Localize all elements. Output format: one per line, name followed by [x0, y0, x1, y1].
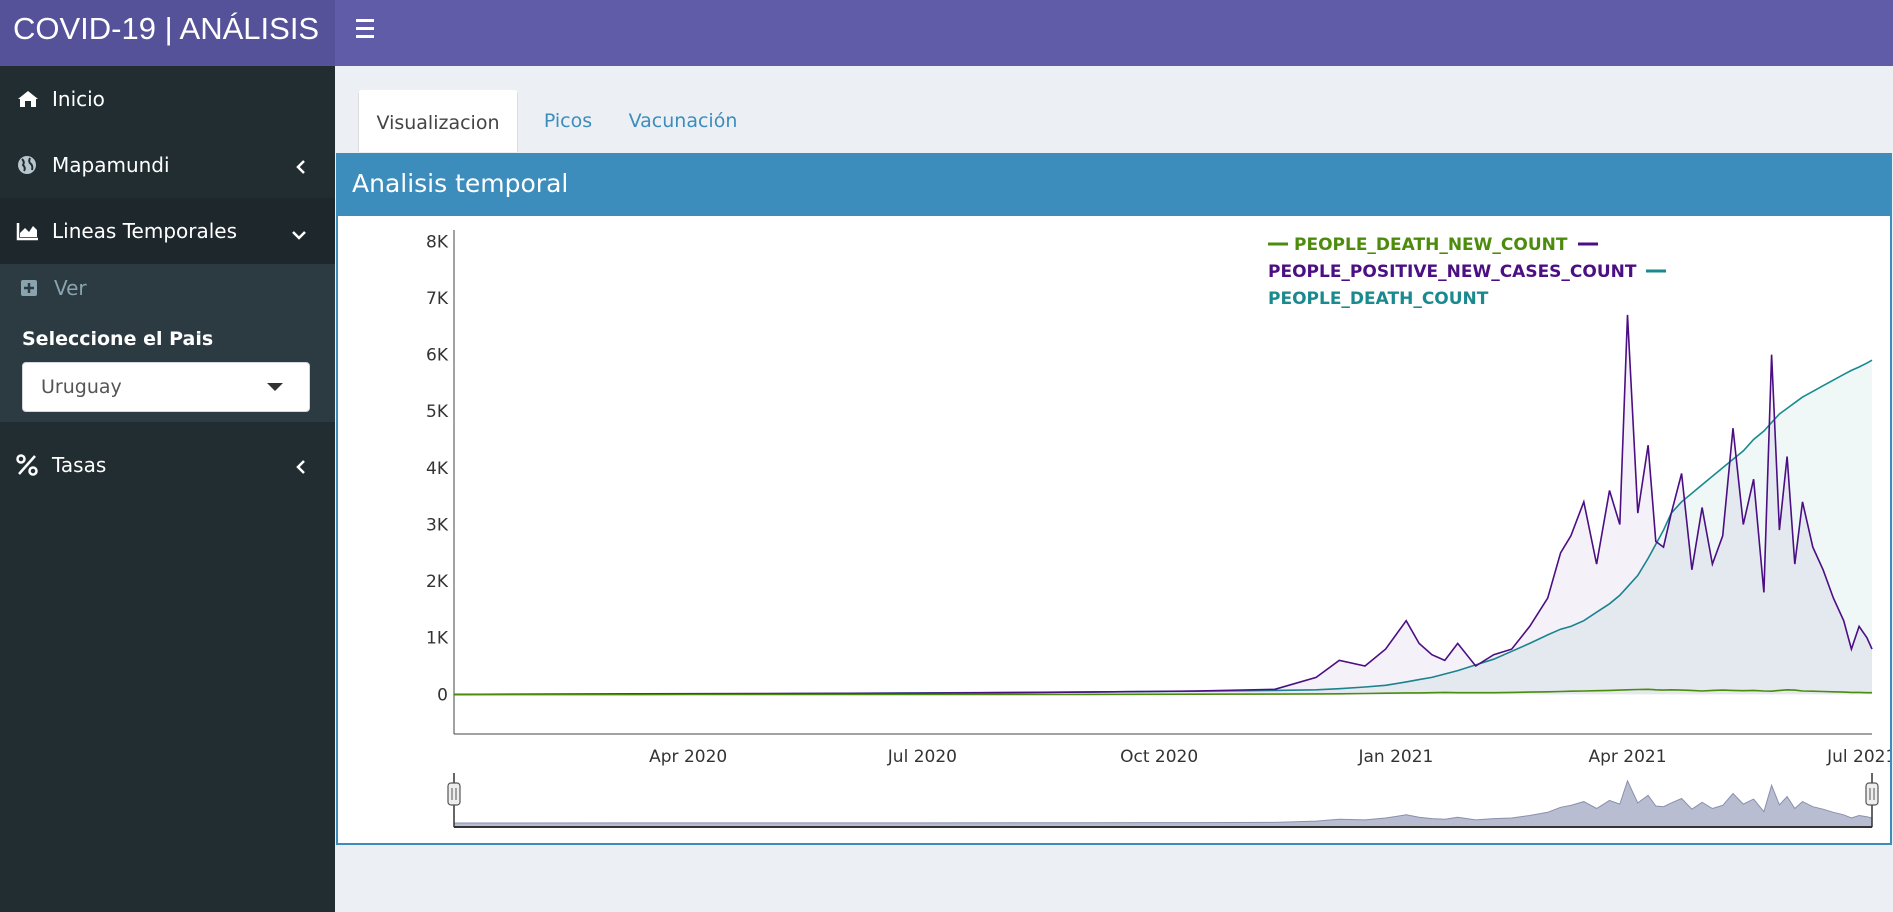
- caret-down-icon: [267, 383, 283, 391]
- top-header: COVID-19 | ANÁLISIS: [0, 0, 1893, 66]
- percent-icon: [16, 454, 52, 476]
- x-tick-label: Jul 2020: [887, 747, 957, 767]
- country-select[interactable]: Uruguay: [22, 362, 310, 412]
- y-tick-label: 2K: [426, 572, 449, 592]
- sidebar-item-lineas-temporales[interactable]: Lineas Temporales: [0, 198, 335, 264]
- home-icon: [16, 89, 52, 109]
- y-tick-label: 8K: [426, 232, 449, 252]
- x-tick-label: Jul 2021: [1826, 747, 1890, 767]
- y-tick-label: 7K: [426, 289, 449, 309]
- sidebar-submenu: Ver Seleccione el Pais Uruguay: [0, 264, 335, 422]
- globe-icon: [16, 154, 52, 176]
- x-tick-label: Apr 2021: [1588, 747, 1666, 767]
- country-select-label: Seleccione el Pais: [22, 328, 214, 350]
- y-tick-label: 3K: [426, 515, 449, 535]
- x-tick-label: Jan 2021: [1357, 747, 1433, 767]
- chevron-left-icon: [295, 456, 307, 480]
- panel-title: Analisis temporal: [338, 155, 1890, 216]
- chevron-left-icon: [295, 156, 307, 180]
- plus-square-icon: [20, 279, 54, 297]
- time-series-chart[interactable]: 0 1K 2K 3K 4K 5K 6K 7K 8K Apr 2020 Jul 2020 Oct 202…: [338, 216, 1890, 843]
- sidebar-item-label: Lineas Temporales: [52, 219, 238, 243]
- x-tick-label: Apr 2020: [649, 747, 727, 767]
- x-tick-label: Oct 2020: [1120, 747, 1198, 767]
- area-chart-icon: [16, 221, 52, 241]
- country-select-value: Uruguay: [41, 376, 122, 398]
- y-tick-label: 1K: [426, 629, 449, 649]
- legend-label: PEOPLE_DEATH_COUNT: [1268, 289, 1489, 309]
- y-tick-label: 5K: [426, 402, 449, 422]
- brand-title[interactable]: COVID-19 | ANÁLISIS: [0, 0, 335, 66]
- tab-visualizacion[interactable]: Visualizacion: [358, 90, 518, 152]
- sidebar-item-label: Tasas: [52, 453, 107, 477]
- y-tick-label: 4K: [426, 459, 449, 479]
- sidebar-item-label: Inicio: [52, 87, 105, 111]
- series-area-1: [454, 314, 1872, 695]
- navigator-left-handle[interactable]: [447, 782, 461, 806]
- legend-label: PEOPLE_DEATH_NEW_COUNT: [1294, 235, 1568, 255]
- tab-picos[interactable]: Picos: [528, 90, 608, 152]
- sidebar-item-label: Mapamundi: [52, 153, 170, 177]
- chevron-down-icon: [291, 222, 307, 246]
- sidebar-toggle-hamburger-icon[interactable]: [353, 14, 379, 44]
- sidebar-item-inicio[interactable]: Inicio: [0, 66, 335, 132]
- sidebar-item-tasas[interactable]: Tasas: [0, 432, 335, 498]
- y-tick-label: 6K: [426, 346, 449, 366]
- sidebar-subitem-ver[interactable]: Ver: [0, 264, 335, 312]
- y-tick-label: 0: [437, 685, 448, 705]
- navigator-right-handle[interactable]: [1865, 782, 1879, 806]
- legend-label: PEOPLE_POSITIVE_NEW_CASES_COUNT: [1268, 262, 1637, 282]
- sidebar-item-mapamundi[interactable]: Mapamundi: [0, 132, 335, 198]
- analysis-panel: Analisis temporal 0 1K 2K 3K 4K 5K 6K 7K 8K Apr 2…: [336, 153, 1892, 845]
- sidebar-subitem-label: Ver: [54, 276, 87, 300]
- sidebar: Inicio Mapamundi Lineas Temporales Ver S…: [0, 66, 335, 912]
- tab-vacunacion[interactable]: Vacunación: [618, 90, 748, 152]
